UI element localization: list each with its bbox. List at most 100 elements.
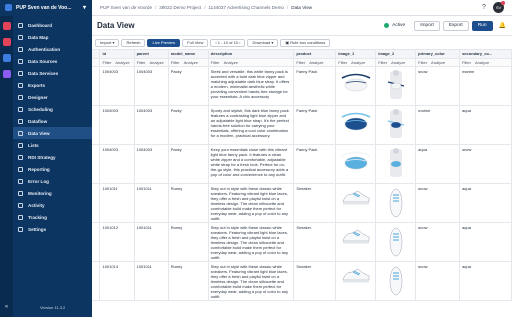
- cell-parent[interactable]: 1004003: [134, 105, 169, 145]
- analyze-link[interactable]: Analyze: [184, 60, 198, 65]
- cell-id[interactable]: 1004003: [99, 144, 135, 184]
- column-header[interactable]: description: [208, 50, 295, 59]
- table-row[interactable]: 1001013 1001011 Runny Step out in style wit…: [92, 261, 512, 301]
- full-view-button[interactable]: Full View: [182, 38, 209, 47]
- cell-primary-color[interactable]: snow: [415, 222, 461, 262]
- cell-image-1[interactable]: [335, 105, 377, 145]
- cell-parent[interactable]: 1004003: [134, 144, 169, 184]
- analyze-link[interactable]: Analyze: [475, 60, 489, 65]
- breadcrumb-item[interactable]: 1144037 Advertising Channels Demo: [208, 5, 284, 10]
- import-dropdown[interactable]: Import ▾: [95, 38, 120, 47]
- cell-primary-color[interactable]: marine: [415, 105, 461, 145]
- cell-product[interactable]: Sneaker: [293, 222, 337, 262]
- cell-primary-color[interactable]: snow: [415, 261, 461, 301]
- cell-id[interactable]: 1001013: [99, 261, 135, 301]
- cell-parent[interactable]: 1001011: [134, 222, 169, 262]
- cell-parent[interactable]: 1001011: [134, 183, 169, 223]
- cell-image-2[interactable]: [375, 66, 417, 106]
- cell-secondary-color[interactable]: snow: [459, 144, 512, 184]
- rule-box-conditions-button[interactable]: ▣ Rule box conditions: [280, 38, 331, 47]
- filter-link[interactable]: Filter: [296, 60, 305, 65]
- row-selector[interactable]: [92, 222, 101, 262]
- help-icon[interactable]: ?: [479, 3, 489, 13]
- column-header[interactable]: product: [293, 50, 337, 59]
- row-selector[interactable]: [92, 183, 101, 223]
- cell-product[interactable]: Fanny Pack: [293, 66, 337, 106]
- cell-model-name[interactable]: Packy: [168, 144, 209, 184]
- download-button[interactable]: Download ▾: [247, 38, 279, 47]
- sidebar-item-data-map[interactable]: Data Map: [13, 31, 92, 43]
- row-selector[interactable]: [92, 66, 101, 106]
- column-header[interactable]: secondary_co...: [459, 50, 512, 59]
- filter-link[interactable]: Filter: [171, 60, 180, 65]
- cell-image-1[interactable]: [335, 222, 377, 262]
- filter-link[interactable]: Filter: [338, 60, 347, 65]
- analyze-link[interactable]: Analyze: [431, 60, 445, 65]
- row-selector[interactable]: [92, 261, 101, 301]
- cell-image-1[interactable]: [335, 261, 377, 301]
- channel-icon[interactable]: [2, 54, 11, 62]
- collapse-icon[interactable]: «: [3, 304, 10, 311]
- cell-description[interactable]: Sleek and versatile, this white fanny pa…: [208, 66, 295, 106]
- live-preview-button[interactable]: Live Preview: [147, 38, 181, 47]
- cell-id[interactable]: 1001012: [99, 222, 135, 262]
- sidebar-item-scheduling[interactable]: Scheduling: [13, 103, 92, 115]
- cell-description[interactable]: Step out in style with these classic whi…: [208, 183, 295, 223]
- cell-primary-color[interactable]: aqua: [415, 144, 461, 184]
- cell-description[interactable]: Keep your essentials close with this vib…: [208, 144, 295, 184]
- filter-link[interactable]: Filter: [211, 60, 220, 65]
- table-row[interactable]: 1001011 1001011 Runny Step out in style wit…: [92, 183, 512, 223]
- analyze-link[interactable]: Analyze: [115, 60, 129, 65]
- cell-model-name[interactable]: Packy: [168, 105, 209, 145]
- row-selector[interactable]: [92, 144, 101, 184]
- cell-primary-color[interactable]: snow: [415, 183, 461, 223]
- sidebar-item-data-view[interactable]: Data View: [13, 127, 92, 139]
- sidebar-item-designer[interactable]: Designer: [13, 91, 92, 103]
- sidebar-item-rdi-strategy[interactable]: RDI Strategy: [13, 151, 92, 163]
- cell-product[interactable]: Fanny Pack: [293, 105, 337, 145]
- sidebar-item-exports[interactable]: Exports: [13, 79, 92, 91]
- column-header[interactable]: primary_color: [415, 50, 461, 59]
- column-header[interactable]: parent: [134, 50, 169, 59]
- cell-id[interactable]: 1004003: [99, 105, 135, 145]
- cell-model-name[interactable]: Runny: [168, 261, 209, 301]
- analyze-link[interactable]: Analyze: [224, 60, 238, 65]
- filter-link[interactable]: Filter: [378, 60, 387, 65]
- breadcrumb-item[interactable]: PUP Sven van de Voorde: [100, 5, 152, 10]
- cell-image-2[interactable]: [375, 183, 417, 223]
- sidebar-item-monitoring[interactable]: Monitoring: [13, 187, 92, 199]
- analyze-link[interactable]: Analyze: [391, 60, 405, 65]
- analyze-link[interactable]: Analyze: [351, 60, 365, 65]
- cell-image-1[interactable]: [335, 144, 377, 184]
- filter-link[interactable]: Filter: [462, 60, 471, 65]
- cell-secondary-color[interactable]: aqua: [459, 183, 512, 223]
- analyze-link[interactable]: Analyze: [149, 60, 163, 65]
- cell-image-1[interactable]: [335, 66, 377, 106]
- analyze-link[interactable]: Analyze: [309, 60, 323, 65]
- sidebar-item-lists[interactable]: Lists: [13, 139, 92, 151]
- cell-id[interactable]: 1004003: [99, 66, 135, 106]
- sidebar-item-reporting[interactable]: Reporting: [13, 163, 92, 175]
- sidebar-item-dataflow[interactable]: Dataflow: [13, 115, 92, 127]
- cell-image-2[interactable]: [375, 222, 417, 262]
- project-icon[interactable]: [2, 38, 11, 46]
- sidebar-item-data-services[interactable]: Data Services: [13, 67, 92, 79]
- cell-product[interactable]: Fanny Pack: [293, 144, 337, 184]
- run-button[interactable]: Run: [471, 20, 493, 31]
- export-button[interactable]: Export: [442, 20, 469, 31]
- import-button[interactable]: Import: [414, 20, 440, 31]
- sidebar-item-error-log[interactable]: Error Log: [13, 175, 92, 187]
- cell-product[interactable]: Sneaker: [293, 183, 337, 223]
- cell-secondary-color[interactable]: aqua: [459, 222, 512, 262]
- cell-primary-color[interactable]: snow: [415, 66, 461, 106]
- cell-description[interactable]: Step out in style with these classic whi…: [208, 222, 295, 262]
- sidebar-item-authentication[interactable]: Authentication: [13, 43, 92, 55]
- column-header[interactable]: id: [99, 50, 135, 59]
- cell-image-2[interactable]: [375, 261, 417, 301]
- cell-secondary-color[interactable]: aqua: [459, 261, 512, 301]
- sidebar-item-settings[interactable]: Settings: [13, 223, 92, 235]
- cell-secondary-color[interactable]: aqua: [459, 105, 512, 145]
- cell-product[interactable]: Sneaker: [293, 261, 337, 301]
- table-row[interactable]: 1004003 1004003 Packy Keep your essentials …: [92, 144, 512, 184]
- workspace-switcher[interactable]: PUP Sven van de Voo... ▾: [0, 0, 92, 16]
